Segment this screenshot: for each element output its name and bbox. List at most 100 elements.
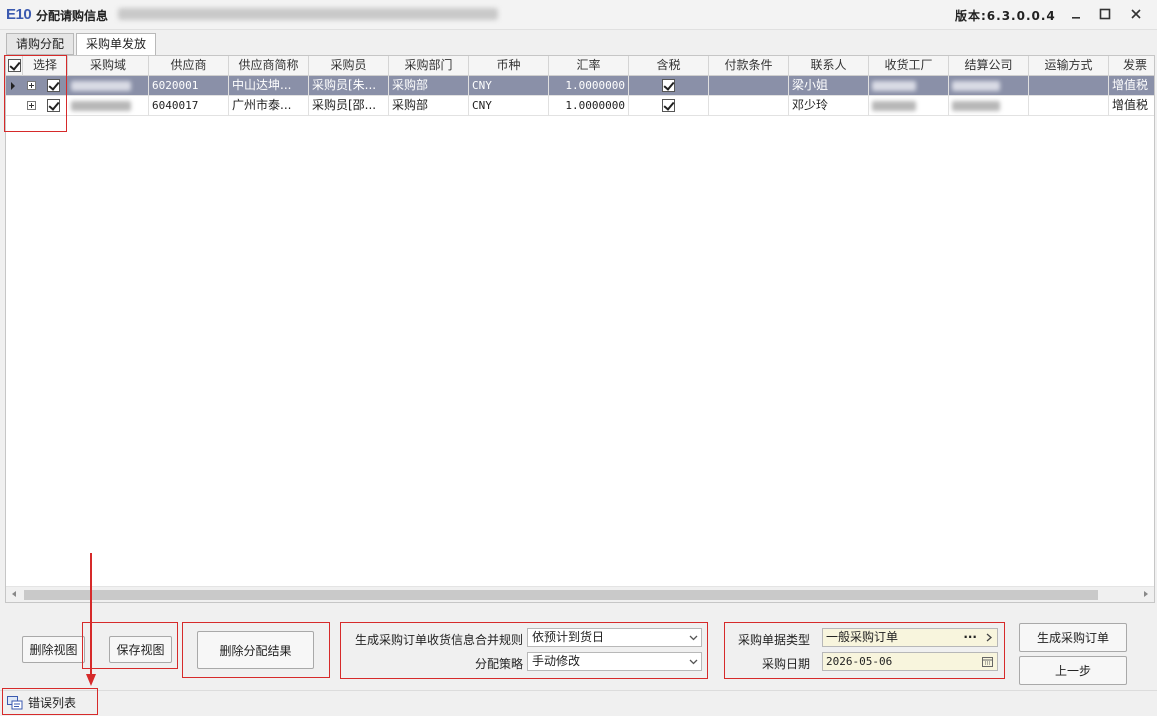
- cell-payment: [709, 76, 789, 96]
- cell-supplier-short: 广州市泰...: [229, 96, 309, 116]
- expand-icon[interactable]: [27, 101, 36, 110]
- col-header-supplier-short[interactable]: 供应商简称: [229, 56, 309, 76]
- error-list-tab[interactable]: 错误列表: [2, 692, 83, 714]
- cell-settlement-company: [949, 76, 1029, 96]
- chevron-down-icon: [689, 635, 698, 641]
- window-subtitle-redacted: [118, 8, 498, 20]
- version-label: 版本:6.3.0.0.4: [955, 9, 1056, 23]
- cell-currency: CNY: [469, 96, 549, 116]
- annotation-arrow-head-icon: [86, 674, 96, 686]
- col-header-tax[interactable]: 含税: [629, 56, 709, 76]
- scroll-thumb[interactable]: [24, 590, 1098, 600]
- cell-rate: 1.0000000: [549, 76, 629, 96]
- delete-view-button[interactable]: 删除视图: [22, 636, 85, 663]
- title-bar: E10 分配请购信息 版本:6.3.0.0.4: [0, 0, 1157, 30]
- cell-invoice: 增值税: [1109, 96, 1154, 116]
- col-header-contact[interactable]: 联系人: [789, 56, 869, 76]
- cell-purchase-domain: [68, 76, 149, 96]
- cell-supplier: 6020001: [149, 76, 229, 96]
- cell-tax[interactable]: [629, 96, 709, 116]
- strategy-label: 分配策略: [474, 657, 523, 671]
- doc-type-label: 采购单据类型: [737, 633, 810, 647]
- status-bar: [0, 690, 1157, 716]
- close-button[interactable]: [1123, 3, 1149, 25]
- merge-rule-label: 生成采购订单收货信息合并规则: [354, 633, 523, 647]
- col-header-transport[interactable]: 运输方式: [1029, 56, 1109, 76]
- save-view-button[interactable]: 保存视图: [109, 636, 172, 663]
- expand-icon[interactable]: [27, 81, 36, 90]
- tax-included-checkbox[interactable]: [662, 79, 675, 92]
- col-header-currency[interactable]: 币种: [469, 56, 549, 76]
- doc-type-field[interactable]: 一般采购订单 ···: [822, 628, 998, 647]
- cell-dept: 采购部: [389, 76, 469, 96]
- cell-settlement-company: [949, 96, 1029, 116]
- minimize-icon: [1072, 17, 1080, 19]
- col-header-rate[interactable]: 汇率: [549, 56, 629, 76]
- po-date-field[interactable]: 2026-05-06: [822, 652, 998, 671]
- annotation-arrow: [90, 553, 92, 678]
- cell-tax[interactable]: [629, 76, 709, 96]
- tab-requisition-allocation[interactable]: 请购分配: [6, 33, 75, 55]
- col-header-buyer[interactable]: 采购员: [309, 56, 389, 76]
- error-list-icon: [7, 696, 23, 710]
- cell-receiving-plant: [869, 96, 949, 116]
- cell-purchase-domain: [68, 96, 149, 116]
- chevron-down-icon: [689, 659, 698, 665]
- row-select-checkbox[interactable]: [47, 79, 60, 92]
- scroll-left-icon[interactable]: [12, 591, 16, 597]
- calendar-icon[interactable]: [982, 656, 993, 667]
- cell-supplier: 6040017: [149, 96, 229, 116]
- cell-transport: [1029, 96, 1109, 116]
- po-date-label: 采购日期: [761, 657, 810, 671]
- table-row[interactable]: 6020001 中山达坤... 采购员[朱... 采购部 CNY 1.00000…: [6, 76, 1154, 96]
- generate-po-button[interactable]: 生成采购订单: [1019, 623, 1127, 652]
- header-select-all[interactable]: [6, 56, 23, 76]
- col-header-settlement-company[interactable]: 结算公司: [949, 56, 1029, 76]
- po-grid: 选择 采购域 供应商 供应商简称 采购员 采购部门 币种 汇率 含税 付款条件 …: [5, 55, 1155, 603]
- error-list-label: 错误列表: [28, 696, 77, 710]
- tab-po-release[interactable]: 采购单发放: [76, 33, 157, 56]
- cell-currency: CNY: [469, 76, 549, 96]
- scroll-right-icon[interactable]: [1144, 591, 1148, 597]
- cell-invoice: 增值税: [1109, 76, 1154, 96]
- cell-transport: [1029, 76, 1109, 96]
- cell-receiving-plant: [869, 76, 949, 96]
- col-header-dept[interactable]: 采购部门: [389, 56, 469, 76]
- merge-rule-value: 依预计到货日: [532, 630, 605, 644]
- col-header-receiving-plant[interactable]: 收货工厂: [869, 56, 949, 76]
- col-header-select[interactable]: 选择: [23, 56, 68, 76]
- merge-rule-select[interactable]: 依预计到货日: [527, 628, 702, 647]
- cell-contact: 邓少玲: [789, 96, 869, 116]
- col-header-purchase-domain[interactable]: 采购域: [68, 56, 149, 76]
- maximize-button[interactable]: [1092, 3, 1118, 25]
- strategy-select[interactable]: 手动修改: [527, 652, 702, 671]
- window-title: 分配请购信息: [36, 9, 109, 23]
- table-row[interactable]: 6040017 广州市泰... 采购员[邵... 采购部 CNY 1.00000…: [6, 96, 1154, 116]
- cell-contact: 梁小姐: [789, 76, 869, 96]
- current-row-indicator-icon: [11, 82, 15, 90]
- previous-step-button[interactable]: 上一步: [1019, 656, 1127, 685]
- delete-allocation-result-button[interactable]: 删除分配结果: [197, 631, 314, 669]
- cell-buyer: 采购员[朱...: [309, 76, 389, 96]
- col-header-payment[interactable]: 付款条件: [709, 56, 789, 76]
- cell-rate: 1.0000000: [549, 96, 629, 116]
- close-icon: [1131, 9, 1141, 19]
- cell-dept: 采购部: [389, 96, 469, 116]
- maximize-icon: [1099, 8, 1111, 20]
- select-all-checkbox[interactable]: [8, 59, 21, 72]
- horizontal-scrollbar[interactable]: [6, 586, 1154, 602]
- cell-supplier-short: 中山达坤...: [229, 76, 309, 96]
- app-logo: E10: [6, 6, 32, 23]
- more-icon[interactable]: ···: [963, 629, 977, 646]
- col-header-invoice[interactable]: 发票: [1109, 56, 1154, 76]
- grid-header: 选择 采购域 供应商 供应商简称 采购员 采购部门 币种 汇率 含税 付款条件 …: [6, 56, 1154, 76]
- strategy-value: 手动修改: [532, 654, 581, 668]
- po-date-value: 2026-05-06: [826, 655, 893, 668]
- minimize-button[interactable]: [1063, 3, 1089, 25]
- chevron-right-icon[interactable]: [985, 633, 993, 642]
- cell-payment: [709, 96, 789, 116]
- col-header-supplier[interactable]: 供应商: [149, 56, 229, 76]
- tax-included-checkbox[interactable]: [662, 99, 675, 112]
- row-select-checkbox[interactable]: [47, 99, 60, 112]
- cell-buyer: 采购员[邵...: [309, 96, 389, 116]
